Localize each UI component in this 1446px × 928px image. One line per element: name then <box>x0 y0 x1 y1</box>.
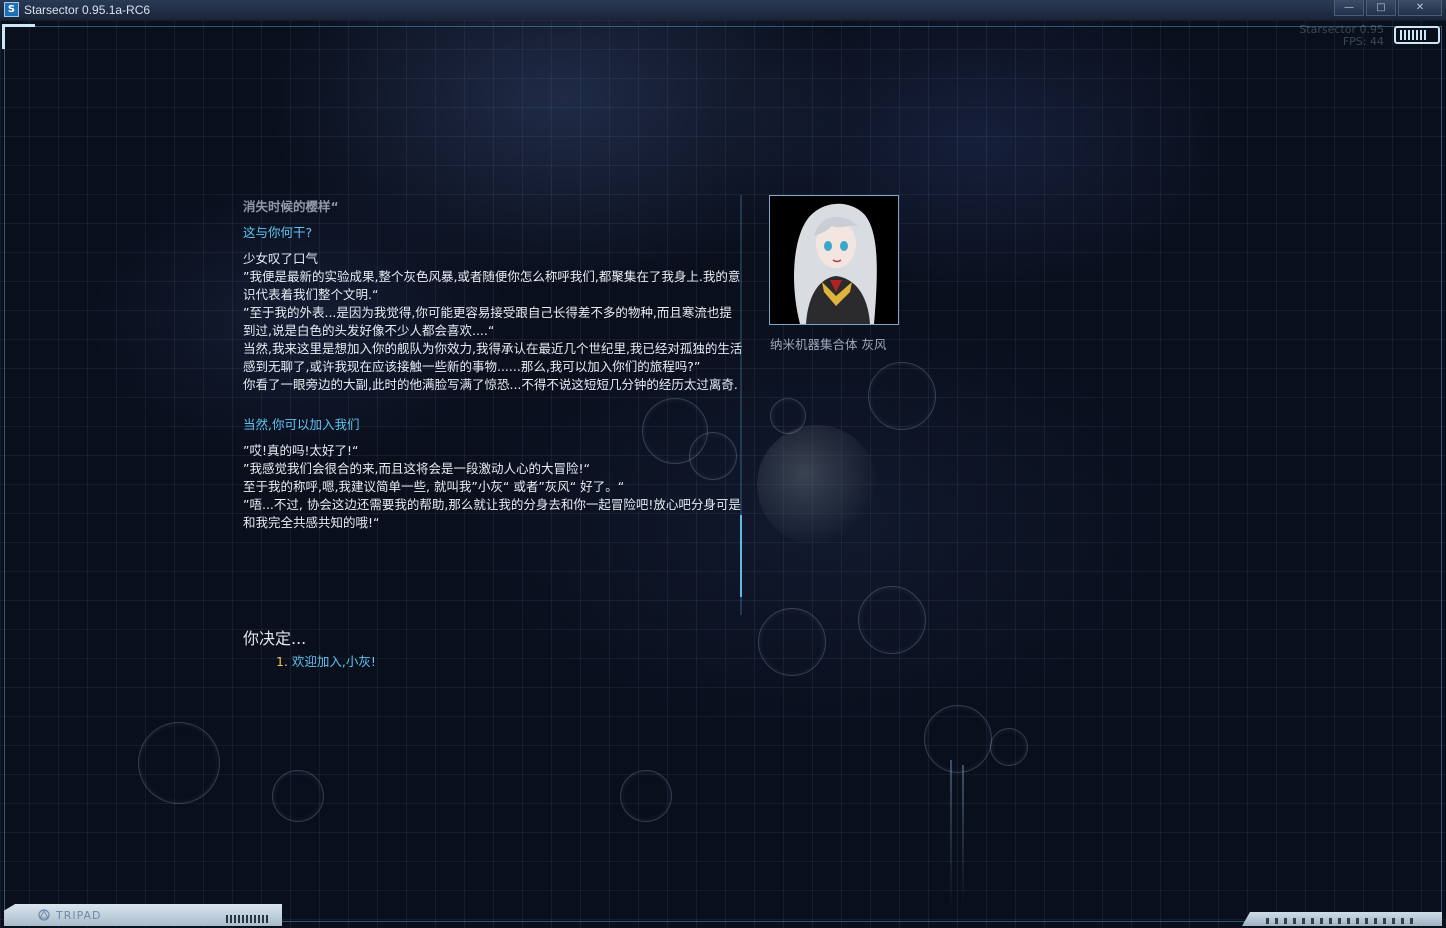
option-text: 欢迎加入,小灰! <box>291 654 376 669</box>
dialog-line: ”唔...不过, 协会这边还需要我的帮助,那么就让我的分身去和你一起冒险吧!放心… <box>243 497 741 530</box>
maximize-button[interactable]: □ <box>1366 0 1396 16</box>
dialog-line: 至于我的称呼,嗯,我建议简单一些, 就叫我”小灰“ 或者”灰风“ 好了。“ <box>243 479 625 494</box>
dialog-line: 你看了一眼旁边的大副,此时的他满脸写满了惊恐...不得不说这短短几分钟的经历太过… <box>243 377 738 392</box>
portrait-image <box>770 196 898 324</box>
game-viewport: Starsector 0.95 FPS: 44 消失时候的樱样“ 这与你何干? 少女… <box>0 20 1446 928</box>
dialog-text-panel: 消失时候的樱样“ 这与你何干? 少女叹了口气 ”我便是最新的实验成果,整个灰色风暴,或… <box>243 198 743 532</box>
fps-label: FPS: 44 <box>1342 35 1384 48</box>
close-button[interactable]: ✕ <box>1398 0 1442 16</box>
window-titlebar: S Starsector 0.95.1a-RC6 — □ ✕ <box>0 0 1446 21</box>
dialog-line: ”哎!真的吗!太好了!“ <box>243 443 359 458</box>
bottom-left-indicator <box>226 915 270 923</box>
portrait-eye <box>824 241 832 251</box>
window-title: Starsector 0.95.1a-RC6 <box>24 3 151 17</box>
scrollbar-thumb[interactable] <box>740 515 742 597</box>
option-number: 1. <box>276 654 288 669</box>
fps-readout: Starsector 0.95 FPS: 44 <box>1299 24 1384 48</box>
dialog-line: 消失时候的樱样“ <box>243 199 339 214</box>
tripad-brand[interactable]: TRIPAD <box>56 909 102 922</box>
dialog-scrollbar[interactable] <box>740 195 742 615</box>
portrait-name: 纳米机器集合体 灰风 <box>770 337 887 352</box>
bottom-right-indicator <box>1266 918 1416 924</box>
frame-corner <box>2 24 35 49</box>
tripad-logo-icon <box>38 909 50 921</box>
dialog-chosen-option: 当然,你可以加入我们 <box>243 417 360 432</box>
dialog-line: 当然,我来这里是想加入你的舰队为你效力,我得承认在最近几个世纪里,我已经对孤独的… <box>243 341 743 374</box>
starsector-app-icon: S <box>4 2 19 17</box>
character-portrait <box>769 195 899 325</box>
minimize-button[interactable]: — <box>1334 0 1364 16</box>
frame-corner-gauge <box>1394 26 1440 44</box>
dialog-option-1[interactable]: 1. 欢迎加入,小灰! <box>276 651 376 670</box>
decide-prompt: 你决定... <box>243 629 307 648</box>
window-controls: — □ ✕ <box>1334 0 1442 16</box>
dialog-line: ”至于我的外表...是因为我觉得,你可能更容易接受跟自己长得差不多的物种,而且寒… <box>243 305 732 338</box>
dialog-line: ”我感觉我们会很合的来,而且这将会是一段激动人心的大冒险!“ <box>243 461 590 476</box>
dialog-line: 少女叹了口气 <box>243 251 319 266</box>
portrait-eye <box>840 241 848 251</box>
dialog-line: ”我便是最新的实验成果,整个灰色风暴,或者随便你怎么称呼我们,都聚集在了我身上.… <box>243 269 741 302</box>
dialog-chosen-option: 这与你何干? <box>243 225 313 240</box>
